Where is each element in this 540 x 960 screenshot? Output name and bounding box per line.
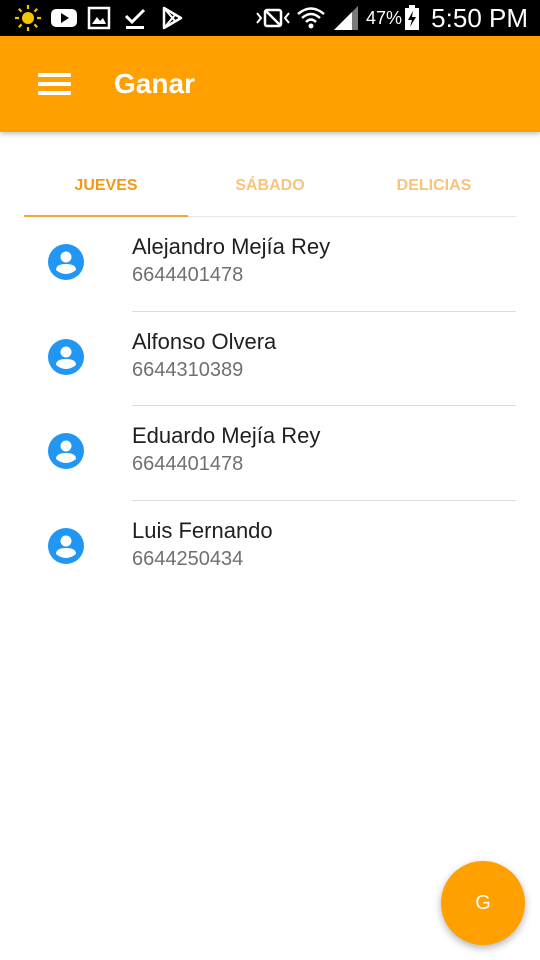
contact-name: Luis Fernando bbox=[132, 517, 273, 543]
contact-name: Eduardo Mejía Rey bbox=[132, 423, 321, 448]
account-circle-icon bbox=[48, 433, 84, 469]
account-circle-icon bbox=[48, 338, 84, 375]
contact-phone: 6644401478 bbox=[132, 264, 244, 286]
contact-phone: 6644310389 bbox=[132, 358, 244, 381]
app-bar: Ganar bbox=[0, 36, 540, 132]
contact-name: Alejandro Mejía Rey bbox=[132, 234, 331, 259]
download-done-icon bbox=[124, 8, 146, 29]
list-item[interactable]: Alfonso Olvera 6644310389 bbox=[24, 312, 516, 406]
battery-charging-icon bbox=[405, 5, 419, 30]
contact-name: Alfonso Olvera bbox=[132, 328, 277, 354]
brightness-icon bbox=[15, 5, 41, 31]
wifi-icon bbox=[297, 7, 325, 29]
app-title: Ganar bbox=[114, 68, 195, 99]
status-time: 5:50 PM bbox=[431, 3, 528, 33]
tab-jueves[interactable]: JUEVES bbox=[24, 158, 188, 217]
contact-phone: 6644250434 bbox=[132, 547, 244, 570]
signal-icon bbox=[334, 6, 358, 30]
tab-delicias[interactable]: DELICIAS bbox=[352, 158, 516, 217]
list-item[interactable]: Luis Fernando 6644250434 bbox=[24, 501, 516, 596]
account-circle-icon bbox=[48, 244, 84, 280]
play-store-icon bbox=[162, 6, 183, 30]
nfc-icon bbox=[256, 8, 290, 28]
youtube-icon bbox=[51, 9, 77, 27]
image-icon bbox=[87, 6, 111, 30]
tab-sabado[interactable]: SÁBADO bbox=[188, 158, 352, 217]
contact-phone: 6644401478 bbox=[132, 453, 244, 475]
list-item[interactable]: Eduardo Mejía Rey 6644401478 bbox=[24, 406, 516, 501]
list-item[interactable]: Alejandro Mejía Rey 6644401478 bbox=[24, 217, 516, 312]
fab-button[interactable]: G bbox=[441, 861, 525, 945]
battery-percent: 47% bbox=[366, 8, 403, 28]
menu-button[interactable] bbox=[22, 64, 86, 104]
status-bar: 47% 5:50 PM bbox=[0, 0, 540, 36]
contact-list: Alejandro Mejía Rey 6644401478 Alfonso O… bbox=[24, 217, 516, 595]
tab-bar: JUEVES SÁBADO DELICIAS bbox=[24, 158, 516, 217]
account-circle-icon bbox=[48, 527, 84, 564]
